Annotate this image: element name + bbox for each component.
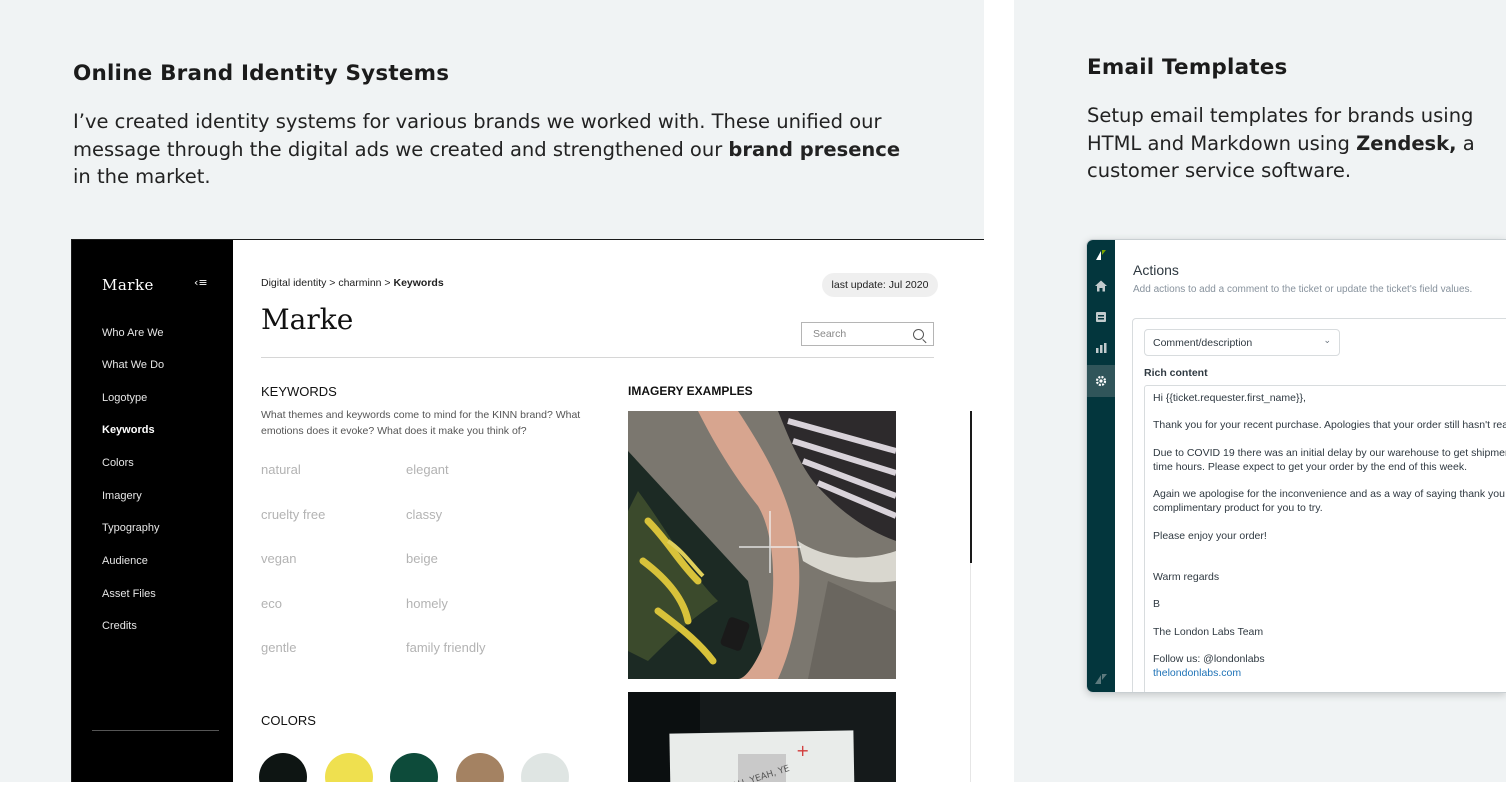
keyword: natural	[261, 462, 301, 477]
zendesk-screenshot: Actions Add actions to add a comment to …	[1086, 239, 1506, 693]
nav-item-typography[interactable]: Typography	[102, 522, 159, 534]
color-swatch[interactable]	[325, 753, 373, 782]
section-title: Email Templates	[1087, 55, 1288, 80]
sidebar-divider	[92, 730, 219, 731]
section-title: Online Brand Identity Systems	[73, 61, 450, 86]
nav-item-credits[interactable]: Credits	[102, 620, 137, 632]
keyword: gentle	[261, 640, 297, 655]
marke-sidebar: Marke ‹≡ Who Are We What We Do Logotype …	[72, 240, 233, 782]
card-photo-illustration: + YEAH, YEAH, YE	[628, 692, 896, 782]
nav-item-imagery[interactable]: Imagery	[102, 490, 142, 502]
keyword: family friendly	[406, 640, 486, 655]
description-text-end: in the market.	[73, 165, 211, 189]
nav-item-keywords[interactable]: Keywords	[102, 424, 155, 436]
scrollbar-thumb[interactable]	[970, 411, 972, 563]
description-bold: Zendesk,	[1356, 131, 1457, 155]
color-swatch[interactable]	[521, 753, 569, 782]
imagery-photo-skateboard	[628, 411, 896, 679]
keyword: eco	[261, 596, 282, 611]
marke-screenshot: Marke ‹≡ Who Are We What We Do Logotype …	[71, 239, 984, 782]
description-bold: brand presence	[728, 137, 901, 161]
editor-line: Due to COVID 19 there was an initial del…	[1153, 447, 1506, 459]
search-input[interactable]: Search	[801, 322, 934, 346]
editor-line: Thank you for your recent purchase. Apol…	[1153, 419, 1506, 431]
imagery-photo-card: + YEAH, YEAH, YE	[628, 692, 896, 782]
editor-line: Please enjoy your order!	[1153, 530, 1267, 542]
color-swatch[interactable]	[456, 753, 504, 782]
color-swatch[interactable]	[390, 753, 438, 782]
editor-line: B	[1153, 598, 1161, 610]
keyword: classy	[406, 507, 443, 522]
brand-logotype: Marke	[261, 303, 354, 336]
marke-sidebar-logo: Marke	[102, 276, 154, 294]
editor-line: time hours. Please expect to get your or…	[1153, 461, 1468, 473]
keyword: elegant	[406, 462, 449, 477]
color-swatch[interactable]	[259, 753, 307, 782]
rich-content-label: Rich content	[1144, 367, 1208, 379]
select-value: Comment/description	[1153, 337, 1253, 349]
keywords-question: What themes and keywords come to mind fo…	[261, 409, 581, 437]
nav-item-colors[interactable]: Colors	[102, 457, 134, 469]
section-description: Setup email templates for brands using H…	[1087, 102, 1487, 185]
search-icon[interactable]	[913, 329, 924, 340]
editor-line: Warm regards	[1153, 571, 1220, 583]
imagery-heading: IMAGERY EXAMPLES	[628, 384, 753, 398]
last-update-badge: last update: Jul 2020	[822, 273, 938, 297]
gear-icon[interactable]	[1094, 374, 1108, 388]
zendesk-brand-icon	[1095, 674, 1107, 684]
action-type-select[interactable]: Comment/description ⌄	[1144, 329, 1340, 356]
home-icon[interactable]	[1094, 279, 1108, 293]
nav-item-who-are-we[interactable]: Who Are We	[102, 327, 164, 339]
breadcrumb-current: Keywords	[393, 277, 444, 289]
search-placeholder: Search	[813, 328, 847, 340]
editor-line: complimentary product for you to try.	[1153, 502, 1323, 514]
editor-line: The London Labs Team	[1153, 626, 1264, 638]
header-divider	[261, 357, 934, 358]
nav-item-what-we-do[interactable]: What We Do	[102, 359, 164, 371]
actions-title: Actions	[1133, 262, 1179, 278]
reporting-icon[interactable]	[1094, 341, 1108, 355]
editor-line: Again we apologise for the inconvenience…	[1153, 488, 1506, 500]
keyword: cruelty free	[261, 507, 326, 522]
skateboard-photo-illustration	[628, 411, 896, 679]
nav-item-audience[interactable]: Audience	[102, 555, 148, 567]
keyword: beige	[406, 551, 438, 566]
breadcrumb: Digital identity > charminn > Keywords	[261, 277, 444, 289]
section-description: I’ve created identity systems for variou…	[73, 108, 913, 191]
tickets-icon[interactable]	[1094, 310, 1108, 324]
svg-text:+: +	[796, 741, 809, 760]
nav-item-logotype[interactable]: Logotype	[102, 392, 147, 404]
brand-identity-section: Online Brand Identity Systems I’ve creat…	[0, 0, 984, 782]
actions-subtitle: Add actions to add a comment to the tick…	[1133, 284, 1473, 295]
sidebar-collapse-icon[interactable]: ‹≡	[194, 276, 208, 289]
breadcrumb-path[interactable]: Digital identity > charminn >	[261, 277, 393, 289]
chevron-down-icon: ⌄	[1323, 336, 1331, 346]
editor-line: Hi {{ticket.requester.first_name}},	[1153, 392, 1306, 404]
colors-heading: COLORS	[261, 713, 316, 728]
zendesk-logo-icon[interactable]	[1094, 248, 1108, 262]
keyword: homely	[406, 596, 448, 611]
zendesk-sidebar	[1087, 240, 1115, 692]
keywords-heading: KEYWORDS	[261, 384, 337, 399]
keyword: vegan	[261, 551, 297, 566]
editor-line: Follow us: @londonlabs	[1153, 653, 1265, 665]
nav-item-asset-files[interactable]: Asset Files	[102, 588, 156, 600]
website-link[interactable]: thelondonlabs.com	[1153, 666, 1241, 680]
